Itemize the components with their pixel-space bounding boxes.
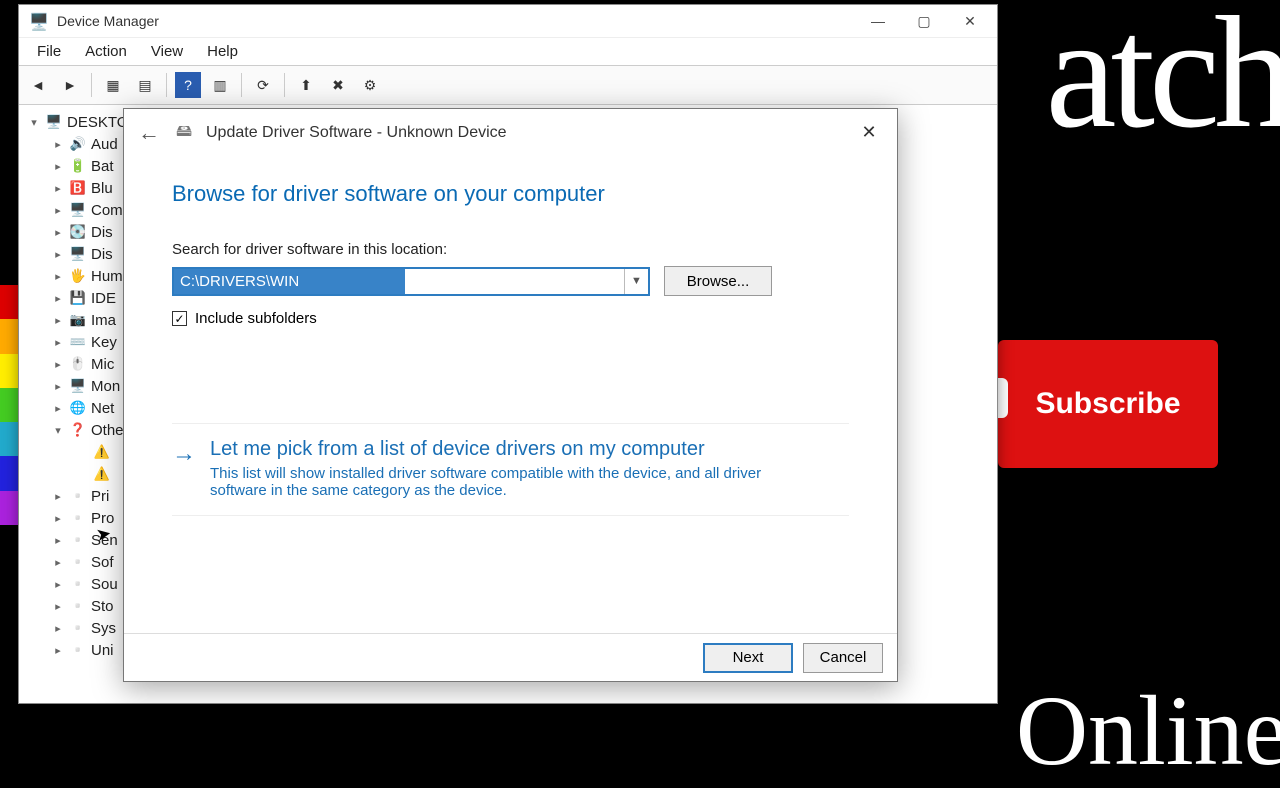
browse-button[interactable]: Browse...	[664, 266, 772, 296]
other-icon: ❓	[69, 422, 87, 438]
dialog-close-button[interactable]: ✕	[851, 117, 887, 147]
unknown-device-icon: ⚠️	[93, 466, 111, 482]
enable-icon[interactable]: ⚙	[357, 72, 383, 98]
device-category-icon: 🖐️	[69, 268, 87, 284]
dialog-back-icon[interactable]: ←	[138, 120, 160, 146]
forward-icon[interactable]: ►	[57, 72, 83, 98]
device-category-icon: ▫️	[69, 642, 87, 658]
device-category-icon: 📷	[69, 312, 87, 328]
maximize-button[interactable]: ▢	[901, 6, 947, 36]
dialog-header: ← 🖴 Update Driver Software - Unknown Dev…	[124, 109, 897, 157]
pick-option-title: Let me pick from a list of device driver…	[210, 438, 772, 461]
device-icon: 🖴	[176, 120, 194, 147]
dialog-heading: Browse for driver software on your compu…	[172, 181, 849, 207]
scan-icon[interactable]: ▥	[207, 72, 233, 98]
menu-view[interactable]: View	[141, 39, 193, 64]
device-category-icon: 🖱️	[69, 356, 87, 372]
background-word-top: atch	[1046, 0, 1280, 165]
path-combobox[interactable]: ▼	[172, 267, 650, 296]
next-button[interactable]: Next	[703, 643, 793, 673]
device-category-icon: 🔋	[69, 158, 87, 174]
show-hide-tree-icon[interactable]: ▦	[100, 72, 126, 98]
update-driver-dialog: ✕ ← 🖴 Update Driver Software - Unknown D…	[123, 108, 898, 682]
unknown-device-icon: ⚠️	[93, 444, 111, 460]
disable-icon[interactable]: ✖	[325, 72, 351, 98]
include-subfolders-label: Include subfolders	[195, 310, 317, 327]
device-category-icon: ▫️	[69, 532, 87, 548]
background-word-bottom: Online	[1016, 673, 1280, 788]
pick-from-list-option[interactable]: → Let me pick from a list of device driv…	[172, 423, 849, 516]
device-category-icon: ▫️	[69, 488, 87, 504]
uninstall-icon[interactable]: ⬆	[293, 72, 319, 98]
device-category-icon: ▫️	[69, 620, 87, 636]
window-title: Device Manager	[57, 13, 855, 29]
menu-help[interactable]: Help	[197, 39, 248, 64]
subscribe-button[interactable]: Subscribe	[998, 340, 1218, 468]
menubar: File Action View Help	[19, 37, 997, 65]
titlebar: 🖥️ Device Manager — ▢ ✕	[19, 5, 997, 37]
arrow-right-icon: →	[172, 438, 196, 499]
toolbar: ◄ ► ▦ ▤ ? ▥ ⟳ ⬆ ✖ ⚙	[19, 65, 997, 105]
menu-action[interactable]: Action	[75, 39, 137, 64]
devmgr-icon: 🖥️	[29, 12, 47, 30]
computer-icon: 🖥️	[45, 114, 63, 130]
dialog-title: Update Driver Software - Unknown Device	[206, 124, 507, 142]
update-driver-icon[interactable]: ⟳	[250, 72, 276, 98]
close-button[interactable]: ✕	[947, 6, 993, 36]
include-subfolders-checkbox[interactable]: ✓	[172, 311, 187, 326]
subscribe-label: Subscribe	[1035, 387, 1180, 421]
device-category-icon: 🔊	[69, 136, 87, 152]
device-category-icon: 🖥️	[69, 202, 87, 218]
device-category-icon: ▫️	[69, 554, 87, 570]
device-category-icon: ▫️	[69, 576, 87, 592]
cancel-button[interactable]: Cancel	[803, 643, 883, 673]
device-category-icon: 🖥️	[69, 378, 87, 394]
chevron-down-icon[interactable]: ▼	[624, 269, 648, 294]
dialog-footer: Next Cancel	[124, 633, 897, 681]
path-input[interactable]	[174, 269, 405, 294]
pick-option-desc: This list will show installed driver sof…	[210, 465, 772, 499]
device-category-icon: 💽	[69, 224, 87, 240]
device-category-icon: ⌨️	[69, 334, 87, 350]
device-category-icon: 🌐	[69, 400, 87, 416]
help-icon[interactable]: ?	[175, 72, 201, 98]
device-category-icon: 💾	[69, 290, 87, 306]
device-category-icon: 🅱️	[69, 180, 87, 196]
minimize-button[interactable]: —	[855, 6, 901, 36]
device-category-icon: ▫️	[69, 598, 87, 614]
menu-file[interactable]: File	[27, 39, 71, 64]
device-category-icon: 🖥️	[69, 246, 87, 262]
properties-icon[interactable]: ▤	[132, 72, 158, 98]
search-location-label: Search for driver software in this locat…	[172, 241, 849, 258]
device-category-icon: ▫️	[69, 510, 87, 526]
back-icon[interactable]: ◄	[25, 72, 51, 98]
